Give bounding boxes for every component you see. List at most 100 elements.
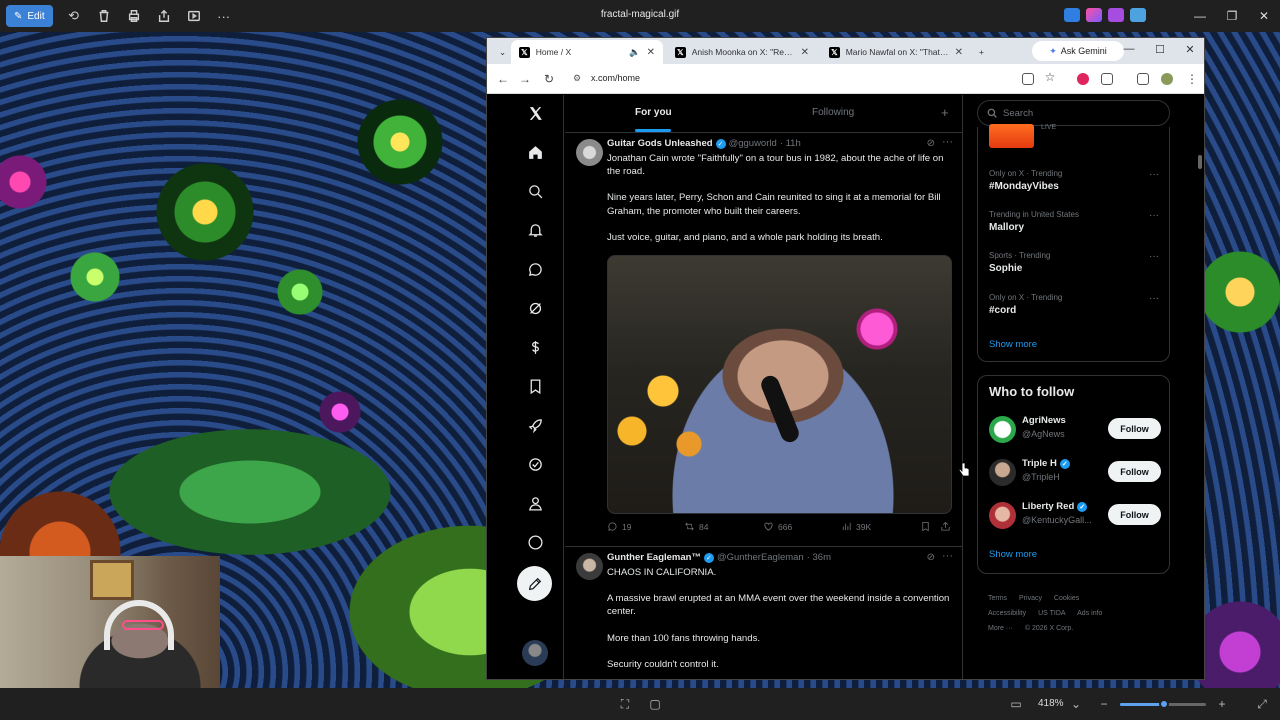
compose-post-button[interactable] [517,566,552,601]
trend-item[interactable]: Only on X · Trending #MondayVibes ··· [989,169,1164,192]
back-icon[interactable]: ← [495,72,511,86]
bookmark-star-icon[interactable]: ☆ [1042,70,1058,84]
share-post-button[interactable] [940,521,951,532]
post-author-avatar[interactable] [576,139,603,166]
follow-suggestion[interactable]: AgriNews @AgNews Follow [989,414,1161,446]
home-icon[interactable] [523,140,547,164]
trend-item[interactable]: Trending in United States Mallory ··· [989,210,1164,233]
grok-explain-icon[interactable]: ⊘ [927,552,935,563]
close-icon[interactable]: ✕ [1248,6,1280,26]
more-circle-icon[interactable] [523,530,547,554]
restore-icon[interactable]: ❐ [1216,6,1248,26]
explore-search-icon[interactable] [523,179,547,203]
trend-more-icon[interactable]: ··· [1149,293,1159,304]
footer-cookies-link[interactable]: Cookies [1054,595,1079,602]
browser-close-icon[interactable]: ✕ [1180,43,1200,56]
bookmark-button[interactable] [920,521,931,532]
tab-close-icon[interactable]: ✕ [801,47,809,58]
footer-more-link[interactable]: More ··· [988,625,1013,632]
new-tab-button[interactable]: + [971,40,992,64]
post-author-handle[interactable]: @GuntherEagleman [717,552,804,563]
premium-money-icon[interactable] [523,335,547,359]
messages-icon[interactable] [523,257,547,281]
trend-item[interactable]: Sports · Trending Sophie ··· [989,251,1164,274]
views-button[interactable]: 39K [841,521,871,532]
crop-icon[interactable]: ▢ [647,696,663,712]
follow-suggestion[interactable]: Liberty Red ✓ @KentuckyGall... Follow [989,500,1161,532]
rotate-icon[interactable]: ⟲ [59,5,89,27]
live-broadcast-thumbnail[interactable] [989,124,1034,148]
tab-close-icon[interactable]: ✕ [647,47,655,58]
post-author-name[interactable]: Guitar Gods Unleashed [607,138,713,149]
suggestion-name[interactable]: Liberty Red ✓ [1022,501,1088,512]
app-tray-icon[interactable] [1064,8,1080,22]
bookmarks-icon[interactable] [523,374,547,398]
follow-button[interactable]: Follow [1108,461,1161,482]
triple-h-avatar[interactable] [989,459,1016,486]
more-options-icon[interactable]: ··· [209,5,239,27]
slideshow-icon[interactable] [179,5,209,27]
copilot-tray-icon[interactable] [1086,8,1102,22]
reply-button[interactable]: 19 [607,521,631,532]
post[interactable]: Gunther Eagleman™ ✓ @GuntherEagleman · 3… [565,548,962,679]
repost-button[interactable]: 84 [684,521,708,532]
forward-icon[interactable]: → [517,72,533,86]
follow-button[interactable]: Follow [1108,418,1161,439]
tab-anish-moonka[interactable]: 𝕏 Anish Moonka on X: "Researc ✕ [667,40,817,64]
trend-more-icon[interactable]: ··· [1149,210,1159,221]
grok-explain-icon[interactable]: ⊘ [927,138,935,149]
rocket-icon[interactable] [523,413,547,437]
browser-minimize-icon[interactable]: — [1119,43,1139,55]
tab-close-icon[interactable]: ✕ [955,47,963,58]
tab-mario-nawfal[interactable]: 𝕏 Mario Nawfal on X: "That's th ✕ [821,40,971,64]
tab-following[interactable]: Following [812,107,854,118]
liberty-red-avatar[interactable] [989,502,1016,529]
post[interactable]: Guitar Gods Unleashed ✓ @gguworld · 11h … [565,134,962,547]
suggestion-name[interactable]: Triple H ✓ [1022,458,1070,469]
suggestion-name[interactable]: AgriNews [1022,415,1066,426]
zoom-slider-thumb[interactable] [1159,699,1169,709]
install-app-icon[interactable] [1022,73,1034,85]
browser-maximize-icon[interactable]: ☐ [1150,43,1170,56]
search-input[interactable]: Search [977,100,1170,126]
profile-icon[interactable] [523,491,547,515]
tab-home-x[interactable]: 𝕏 Home / X 🔈 ✕ [511,40,663,64]
edit-button[interactable]: ✎ Edit [6,5,53,27]
zoom-level[interactable]: 418% [1038,698,1064,709]
trend-item[interactable]: Only on X · Trending #cord ··· [989,293,1164,316]
print-icon[interactable] [119,5,149,27]
account-avatar[interactable] [522,640,548,666]
delete-icon[interactable] [89,5,119,27]
fit-view-icon[interactable]: ⛶ [617,696,633,712]
actual-size-icon[interactable]: ▭ [1008,696,1024,712]
reload-icon[interactable]: ↻ [541,72,557,86]
site-info-icon[interactable]: ⚙ [573,73,581,84]
app-tray-icon-2[interactable] [1108,8,1124,22]
post-video[interactable] [607,255,952,514]
trend-more-icon[interactable]: ··· [1149,251,1159,262]
post-more-icon[interactable]: ··· [942,136,953,148]
footer-accessibility-link[interactable]: Accessibility [988,610,1026,617]
follow-button[interactable]: Follow [1108,504,1161,525]
grok-icon[interactable] [523,296,547,320]
follow-suggestion[interactable]: Triple H ✓ @TripleH Follow [989,457,1161,489]
url-field[interactable]: x.com/home [591,73,640,83]
post-time[interactable]: · 36m [807,552,831,563]
fullscreen-icon[interactable]: ⤢ [1254,696,1270,712]
verified-check-icon[interactable] [523,452,547,476]
agrinews-avatar[interactable] [989,416,1016,443]
footer-ustida-link[interactable]: US TIDA [1038,610,1066,617]
post-time[interactable]: · 11h [780,138,801,149]
follow-show-more-link[interactable]: Show more [989,549,1037,560]
zoom-out-icon[interactable]: − [1096,696,1112,712]
post-more-icon[interactable]: ··· [942,550,953,562]
extension-icon[interactable] [1077,73,1089,85]
page-scrollbar[interactable] [1198,155,1202,169]
media-control-icon[interactable] [1137,73,1149,85]
post-author-name[interactable]: Gunther Eagleman™ [607,552,701,563]
notifications-bell-icon[interactable] [523,218,547,242]
like-button[interactable]: 666 [763,521,792,532]
add-feed-icon[interactable]: + [941,105,949,120]
zoom-dropdown-icon[interactable]: ⌄ [1068,696,1084,712]
post-author-handle[interactable]: @gguworld [729,138,777,149]
